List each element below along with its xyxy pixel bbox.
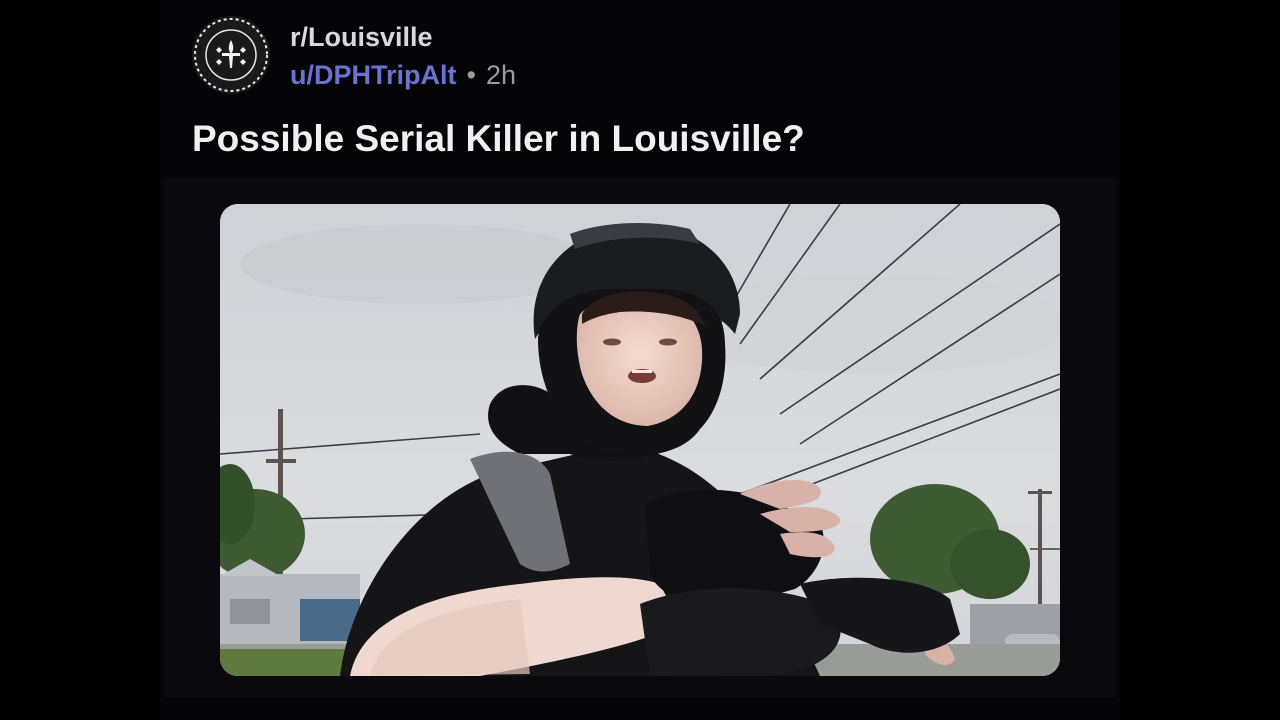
screen: r/Louisville u/DPHTripAlt • 2h Possible Se… <box>0 0 1280 720</box>
community-name-link[interactable]: r/Louisville <box>290 22 433 53</box>
post-meta: u/DPHTripAlt • 2h <box>290 60 516 91</box>
post-timestamp: 2h <box>485 60 516 90</box>
meta-separator: • <box>466 60 476 90</box>
post-media-container <box>164 178 1116 698</box>
fleur-de-lis-badge-icon[interactable] <box>192 16 270 94</box>
post-card: r/Louisville u/DPHTripAlt • 2h Possible Se… <box>160 0 1120 720</box>
author-username-link[interactable]: u/DPHTripAlt <box>290 60 457 90</box>
post-title[interactable]: Possible Serial Killer in Louisville? <box>192 118 805 160</box>
post-header: r/Louisville u/DPHTripAlt • 2h <box>192 16 1072 96</box>
post-image[interactable] <box>220 204 1060 676</box>
